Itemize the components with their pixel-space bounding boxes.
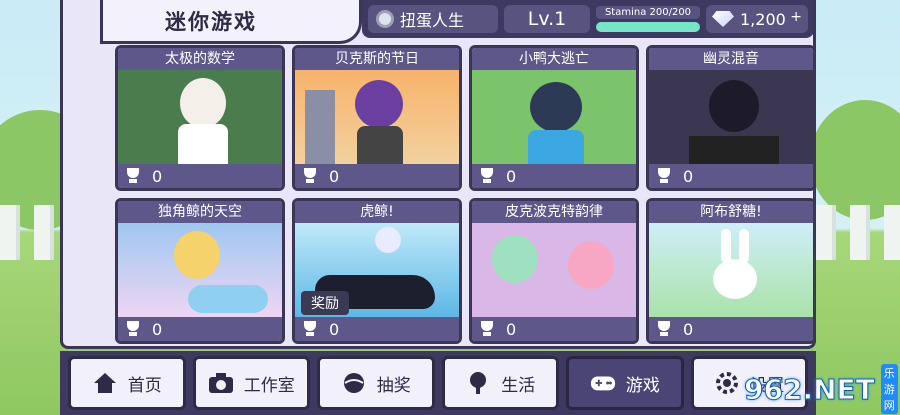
game-title: 幽灵混音 [649, 48, 813, 70]
nav-label: 游戏 [625, 375, 660, 396]
game-card[interactable]: 幽灵混音 0 [646, 45, 816, 191]
nav-label: 生活 [501, 375, 536, 396]
character-body [357, 126, 403, 166]
diamond-icon [712, 11, 734, 27]
game-score: 0 [152, 319, 163, 339]
level-text: Lv.1 [527, 8, 567, 30]
game-title: 阿布舒糖! [649, 201, 813, 223]
trophy-icon [301, 321, 319, 337]
game-score: 0 [506, 166, 517, 186]
add-gems-button[interactable]: + [790, 9, 802, 25]
game-art-rhythm [472, 223, 636, 319]
character-head [355, 80, 403, 128]
ball [375, 227, 401, 253]
game-score: 0 [152, 166, 163, 186]
gacha-icon [341, 371, 367, 395]
page-title: 迷你游戏 [165, 9, 257, 34]
game-title: 虎鲸! [295, 201, 459, 223]
building [305, 90, 335, 166]
character-body [178, 124, 228, 166]
gacha-coin-icon [376, 10, 394, 28]
camera-icon [208, 371, 234, 395]
stamina-bar [596, 22, 700, 32]
stamina-label: Stamina 200/200 [596, 6, 700, 19]
gamepad-icon [590, 371, 616, 395]
watermark-sub: 乐游网 [880, 364, 898, 414]
game-card[interactable]: 独角鲸的天空 0 [115, 198, 285, 344]
nav-label: 工作室 [243, 375, 295, 396]
character-head [530, 82, 582, 132]
game-title: 贝克斯的节日 [295, 48, 459, 70]
game-art-ducks [472, 70, 636, 166]
game-art-dj [649, 70, 813, 166]
narwhal [188, 285, 268, 313]
bunny-ear [721, 229, 731, 263]
gems-pill[interactable]: 1,200 + [706, 5, 808, 33]
nav-studio-button[interactable]: 工作室 [192, 356, 310, 410]
reward-badge: 奖励 [301, 291, 349, 315]
nav-games-button[interactable]: 游戏 [566, 356, 684, 410]
game-title: 小鸭大逃亡 [472, 48, 636, 70]
game-score: 0 [683, 319, 694, 339]
character-body [528, 130, 584, 166]
trophy-icon [655, 168, 673, 184]
gear-icon [714, 371, 740, 395]
character-head [174, 231, 220, 279]
nav-life-button[interactable]: 生活 [441, 356, 559, 410]
game-name: 扭蛋人生 [400, 11, 465, 30]
game-card[interactable]: 皮克波克特韵律 0 [469, 198, 639, 344]
game-card[interactable]: 阿布舒糖! 0 [646, 198, 816, 344]
game-title: 皮克波克特韵律 [472, 201, 636, 223]
character-head [568, 241, 614, 289]
bunny-ear [739, 229, 749, 263]
dj-deck [689, 136, 779, 166]
trophy-icon [124, 321, 142, 337]
character-head [492, 235, 538, 283]
game-art-orca: 奖励 [295, 223, 459, 319]
stamina-fill [596, 22, 700, 32]
trophy-icon [124, 168, 142, 184]
watermark-logo: 962.NET [744, 372, 876, 406]
character-head [709, 80, 759, 132]
page-title-tab: 迷你游戏 [100, 0, 362, 44]
game-art-bunny [649, 223, 813, 319]
bunny [713, 259, 757, 299]
game-score: 0 [329, 319, 340, 339]
game-title: 独角鲸的天空 [118, 201, 282, 223]
trophy-icon [655, 321, 673, 337]
bottom-navigation: 首页 工作室 抽奖 生活 游戏 设置 [60, 351, 816, 415]
game-score: 0 [683, 166, 694, 186]
game-card[interactable]: 贝克斯的节日 0 [292, 45, 462, 191]
trophy-icon [478, 168, 496, 184]
game-score: 0 [329, 166, 340, 186]
trophy-icon [478, 321, 496, 337]
game-card[interactable]: 太极的数学 0 [115, 45, 285, 191]
trophy-icon [301, 168, 319, 184]
game-card[interactable]: 小鸭大逃亡 0 [469, 45, 639, 191]
top-status-bar: 扭蛋人生 Lv.1 Stamina 200/200 1,200 + [362, 0, 814, 38]
game-art-city [295, 70, 459, 166]
game-art-narwhal-sky [118, 223, 282, 319]
game-card[interactable]: 虎鲸! 奖励 0 [292, 198, 462, 344]
nav-home-button[interactable]: 首页 [68, 356, 186, 410]
nav-label: 首页 [127, 375, 162, 396]
home-icon [92, 371, 118, 395]
gem-count: 1,200 [740, 9, 786, 29]
stamina-meter: Stamina 200/200 [596, 6, 700, 32]
game-art-chalkboard [118, 70, 282, 166]
tree-icon [465, 371, 491, 395]
watermark: 962.NET 乐游网 [744, 364, 898, 414]
level-pill: Lv.1 [504, 5, 590, 33]
game-name-pill[interactable]: 扭蛋人生 [368, 5, 498, 33]
game-title: 太极的数学 [118, 48, 282, 70]
nav-label: 抽奖 [376, 375, 411, 396]
character-head [180, 78, 226, 128]
minigame-grid: 太极的数学 0 贝克斯的节日 0 小鸭大逃亡 0 幽灵混音 0 独角鲸的天空 0… [115, 45, 816, 347]
nav-gacha-button[interactable]: 抽奖 [317, 356, 435, 410]
game-score: 0 [506, 319, 517, 339]
